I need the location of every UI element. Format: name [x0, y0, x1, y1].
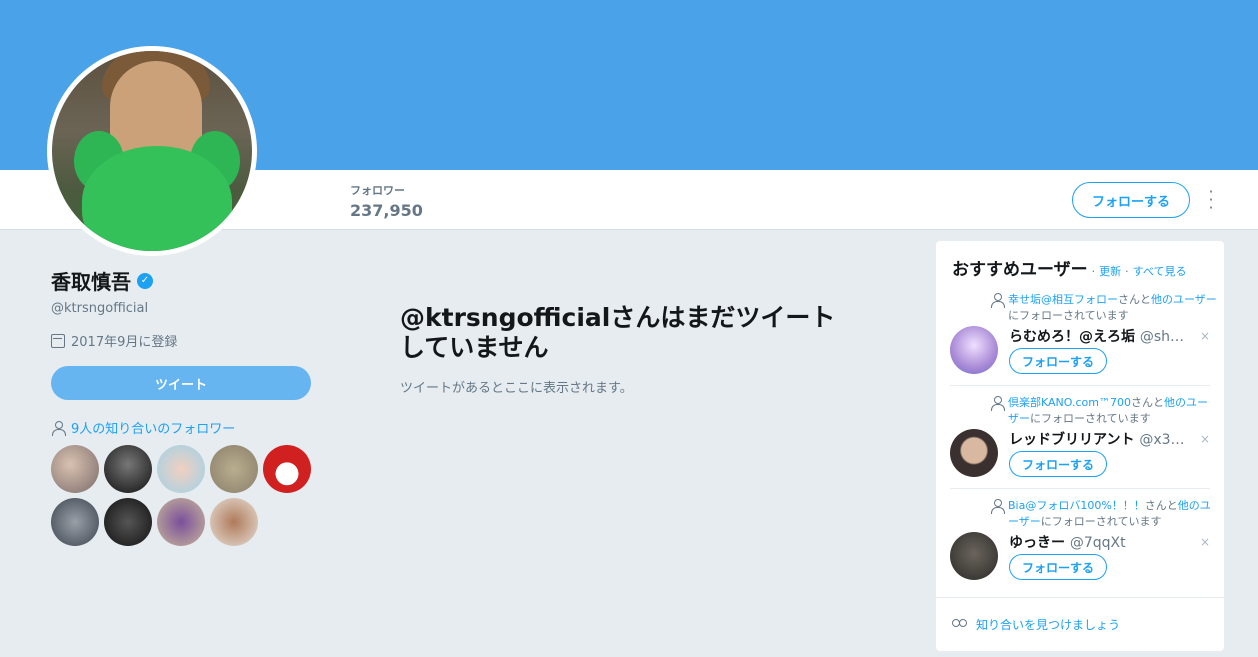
mutual-followers-link[interactable]: 9人の知り合いのフォロワー: [51, 418, 313, 437]
dismiss-icon[interactable]: ×: [1200, 432, 1210, 446]
empty-timeline-title: @ktrsngofficialさんはまだツイートしていません: [400, 303, 836, 362]
social-context: Bia@フォロバ100%！！！さんと他のユーザーにフォローされています: [991, 498, 1218, 530]
user-name-row[interactable]: らむめろ！@えろ垢 @sh…: [1009, 326, 1189, 346]
empty-timeline-subtitle: ツイートがあるとここに表示されます。: [400, 381, 633, 396]
mutual-followers-grid: [51, 445, 313, 546]
mutual-followers-text[interactable]: 9人の知り合いのフォロワー: [71, 418, 235, 437]
user-name[interactable]: らむめろ！@えろ垢: [1009, 329, 1135, 345]
person-icon: [990, 499, 1005, 514]
follow-button[interactable]: フォローする: [1009, 348, 1107, 374]
mutual-avatar[interactable]: [104, 445, 152, 493]
user-avatar[interactable]: [950, 429, 998, 477]
profile-name-row: 香取慎吾 ✓: [51, 266, 313, 295]
mutual-avatar[interactable]: [51, 445, 99, 493]
user-handle[interactable]: @sh…: [1140, 329, 1184, 345]
person-icon: [990, 293, 1005, 308]
social-context: 幸せ垢@相互フォローさんと他のユーザーにフォローされています: [991, 292, 1218, 324]
verified-icon: ✓: [137, 272, 153, 289]
recommended-user: Bia@フォロバ100%！！！さんと他のユーザーにフォローされています ゆっきー…: [950, 498, 1211, 598]
tweet-to-button[interactable]: ツイート: [51, 366, 311, 400]
user-avatar[interactable]: [950, 532, 998, 580]
find-friends-text[interactable]: 知り合いを見つけましょう: [976, 616, 1120, 633]
followers-count: 237,950: [350, 201, 423, 220]
separator-dot: ·: [1091, 265, 1096, 278]
user-handle[interactable]: @7qqXt: [1070, 535, 1126, 551]
find-friends-link[interactable]: 知り合いを見つけましょう: [936, 597, 1224, 651]
context-user-link[interactable]: Bia@フォロバ100%！！！: [1008, 499, 1145, 512]
follow-button[interactable]: フォローする: [1009, 451, 1107, 477]
joined-text: 2017年9月に登録: [71, 335, 178, 350]
who-to-follow-title: おすすめユーザー: [952, 260, 1088, 280]
profile-name[interactable]: 香取慎吾: [51, 266, 131, 295]
context-text: にフォローされています: [1030, 412, 1151, 425]
context-user-link[interactable]: 幸せ垢@相互フォロー: [1008, 293, 1118, 306]
divider: [950, 385, 1210, 386]
mutual-avatar[interactable]: [157, 445, 205, 493]
follow-button[interactable]: フォローする: [1072, 182, 1190, 218]
divider: [950, 488, 1210, 489]
mutual-avatar[interactable]: [210, 498, 258, 546]
context-text: にフォローされています: [1040, 515, 1162, 528]
context-text: さんと: [1130, 396, 1164, 409]
who-to-follow: おすすめユーザー · 更新 · すべて見る 幸せ垢@相互フォローさんと他のユーザ…: [936, 241, 1224, 651]
context-text: さんと: [1118, 293, 1151, 306]
separator-dot: ·: [1125, 265, 1129, 278]
profile-card: 香取慎吾 ✓ @ktrsngofficial 2017年9月に登録 ツイート 9…: [51, 266, 313, 546]
joined-date: 2017年9月に登録: [51, 331, 313, 350]
mutual-avatar[interactable]: [210, 445, 258, 493]
who-to-follow-header: おすすめユーザー · 更新 · すべて見る: [936, 241, 1224, 280]
mutual-avatar[interactable]: [263, 445, 311, 493]
refresh-link[interactable]: 更新: [1099, 263, 1121, 279]
user-name[interactable]: ゆっきー: [1009, 535, 1065, 551]
dismiss-icon[interactable]: ×: [1200, 535, 1210, 549]
people-icon: [952, 618, 968, 631]
view-all-link[interactable]: すべて見る: [1133, 263, 1187, 279]
user-name[interactable]: レッドブリリアント: [1009, 432, 1134, 448]
calendar-icon: [51, 333, 65, 348]
social-context: 倶楽部KANO.com™700さんと他のユーザーにフォローされています: [991, 395, 1218, 427]
context-others-link[interactable]: 他のユーザー: [1151, 293, 1217, 306]
user-avatar[interactable]: [950, 326, 998, 374]
follow-button[interactable]: フォローする: [1009, 554, 1107, 580]
dismiss-icon[interactable]: ×: [1200, 329, 1210, 343]
profile-handle[interactable]: @ktrsngofficial: [51, 301, 313, 316]
mutual-avatar[interactable]: [51, 498, 99, 546]
user-handle[interactable]: @x3…: [1139, 432, 1184, 448]
person-icon: [51, 420, 66, 436]
context-text: にフォローされています: [1008, 309, 1129, 322]
followers-label: フォロワー: [350, 184, 405, 197]
profile-avatar[interactable]: [47, 46, 257, 256]
followers-stat[interactable]: フォロワー 237,950: [350, 182, 423, 220]
mutual-avatar[interactable]: [157, 498, 205, 546]
recommended-user: 倶楽部KANO.com™700さんと他のユーザーにフォローされています レッドブ…: [950, 395, 1210, 495]
user-name-row[interactable]: レッドブリリアント @x3…: [1009, 429, 1189, 449]
context-user-link[interactable]: 倶楽部KANO.com™700: [1008, 396, 1131, 409]
mutual-avatar[interactable]: [104, 498, 152, 546]
more-options-icon[interactable]: · · ·: [1204, 184, 1218, 216]
recommended-user: 幸せ垢@相互フォローさんと他のユーザーにフォローされています らむめろ！@えろ垢…: [950, 292, 1217, 392]
person-icon: [990, 396, 1005, 411]
empty-timeline: @ktrsngofficialさんはまだツイートしていません ツイートがあるとこ…: [400, 303, 860, 396]
context-text: さんと: [1144, 499, 1178, 512]
user-name-row[interactable]: ゆっきー @7qqXt: [1009, 532, 1189, 552]
